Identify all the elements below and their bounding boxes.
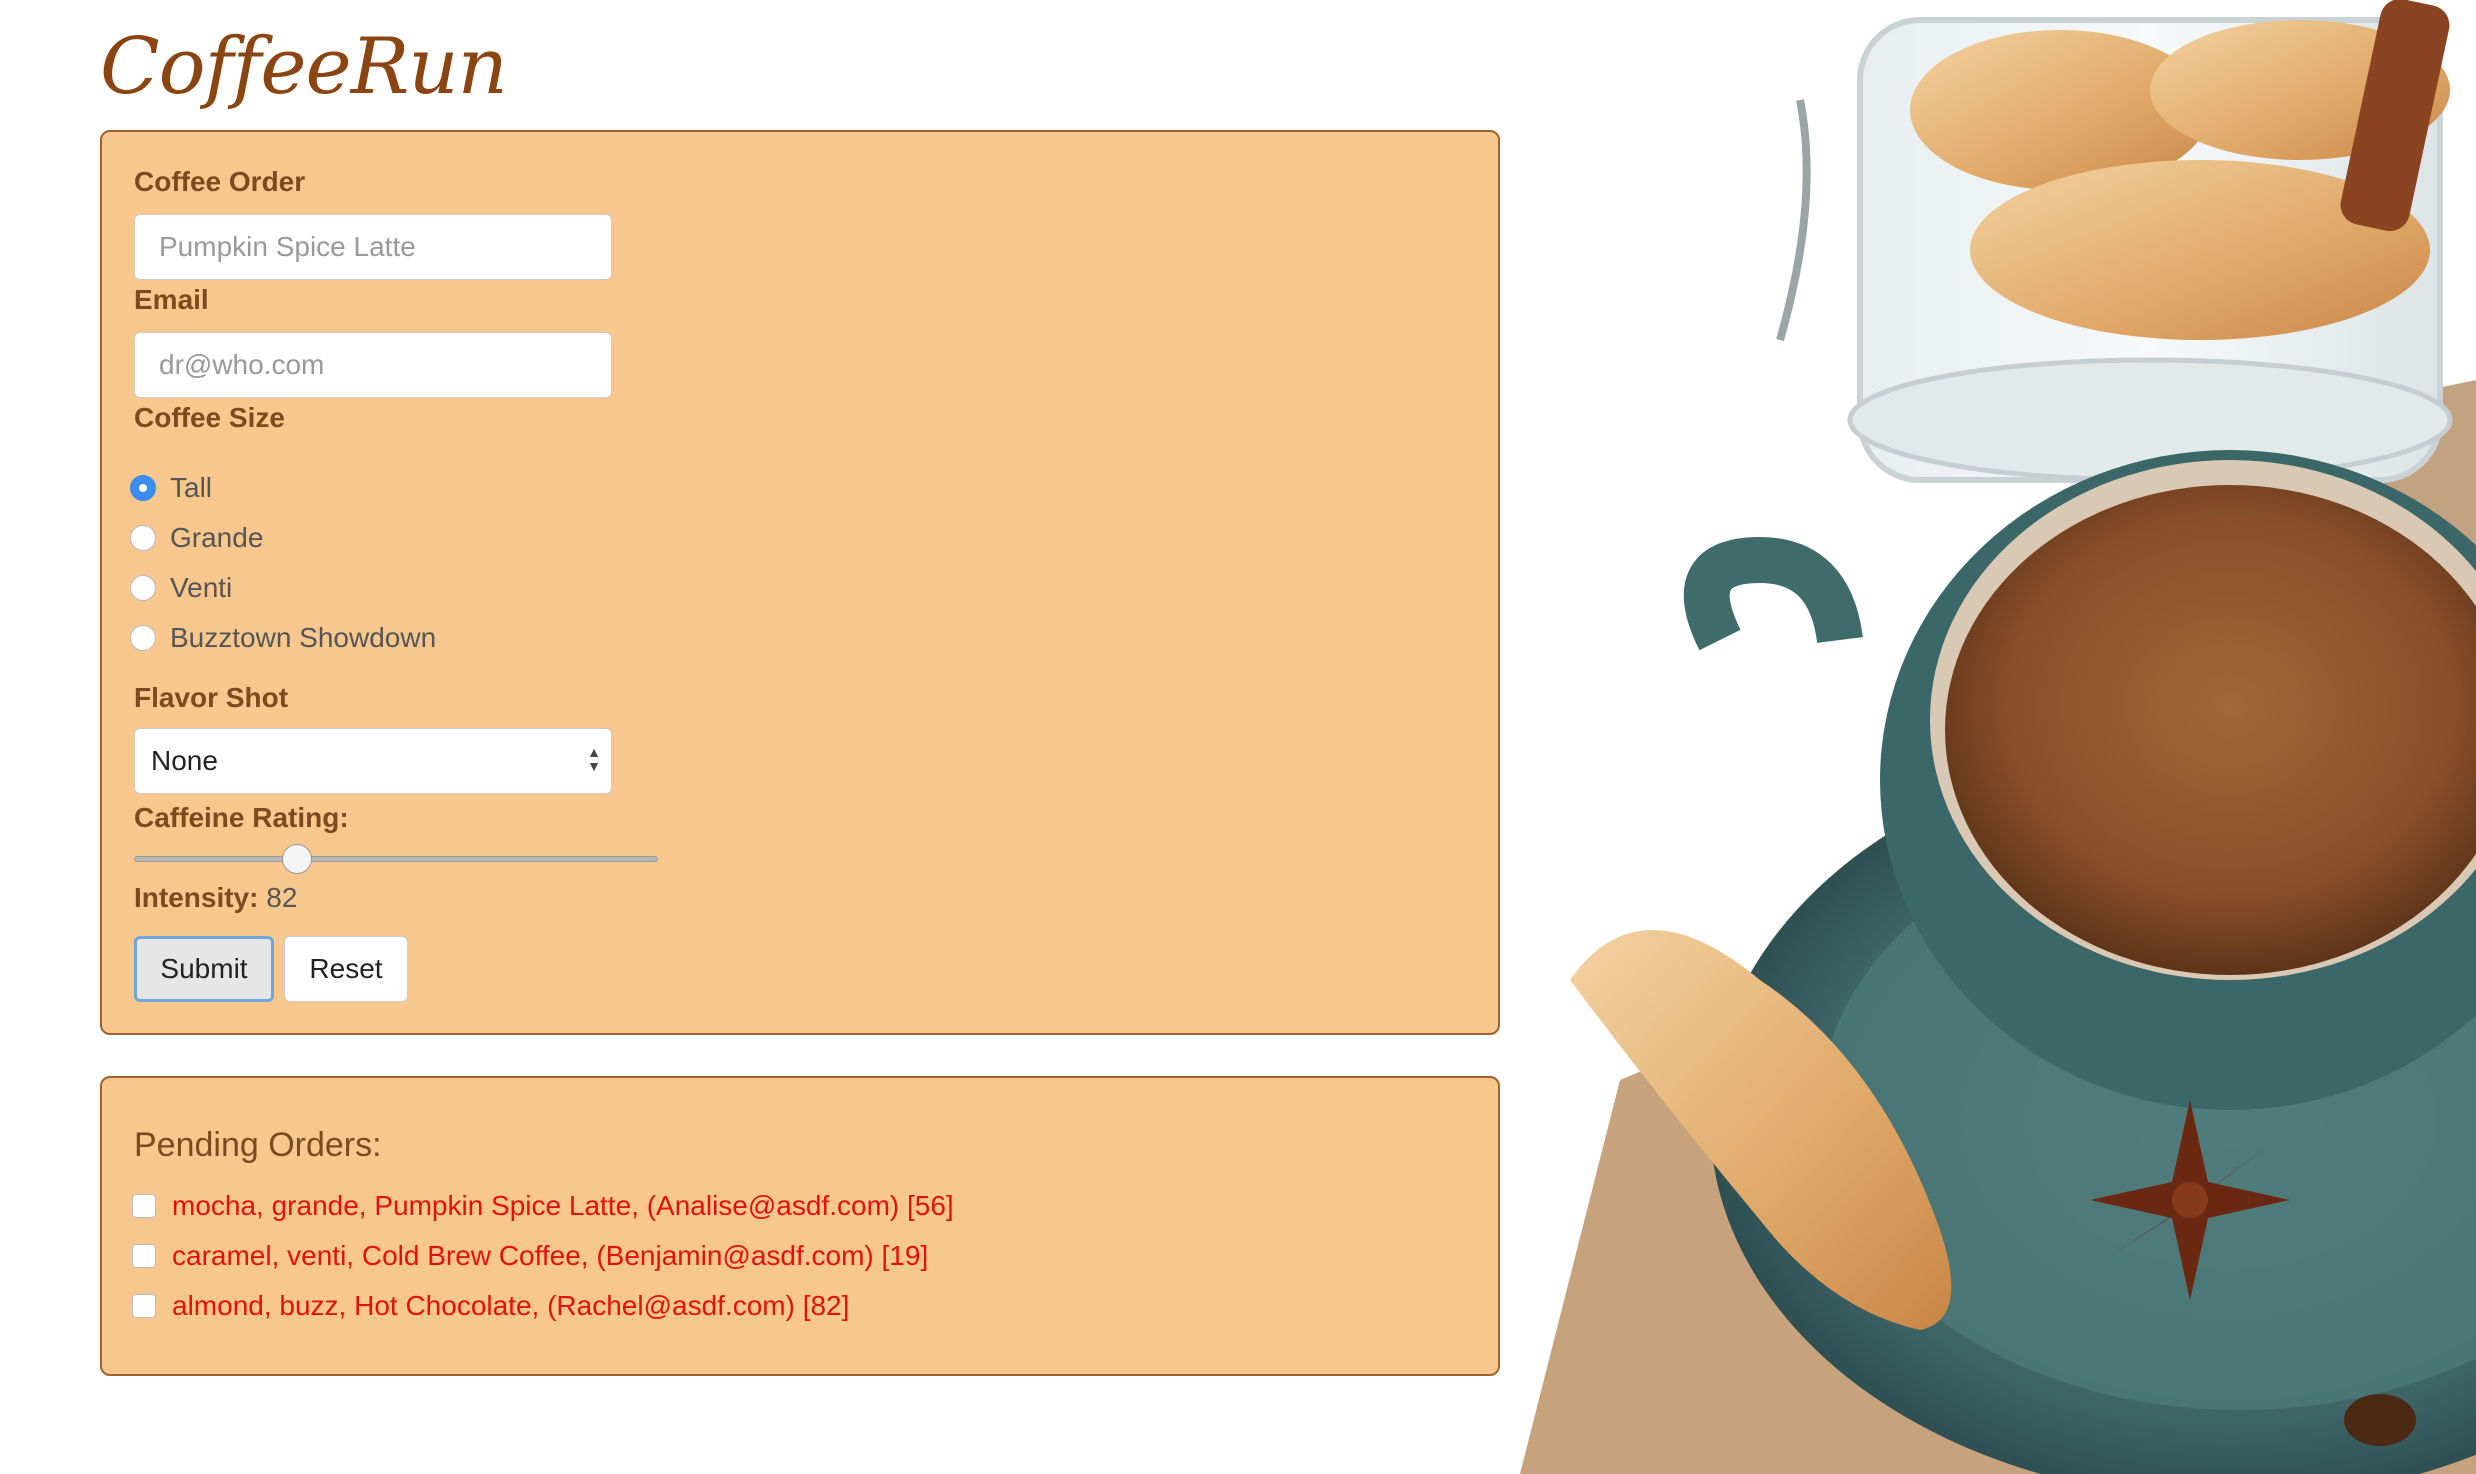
coffee-order-label: Coffee Order: [134, 166, 306, 197]
flavor-shot-label: Flavor Shot: [134, 682, 289, 713]
radio-buzztown[interactable]: [130, 625, 156, 651]
caffeine-rating-label: Caffeine Rating:: [134, 802, 349, 833]
order-text: almond, buzz, Hot Chocolate, (Rachel@asd…: [172, 1290, 850, 1321]
radio-tall[interactable]: [130, 475, 156, 501]
size-option-tall[interactable]: Tall: [130, 468, 212, 508]
size-option-grande[interactable]: Grande: [130, 518, 263, 558]
pending-orders-panel: Pending Orders: mocha, grande, Pumpkin S…: [100, 1076, 1500, 1376]
coffee-croissant-photo: [1520, 0, 2476, 1474]
order-checkbox[interactable]: [132, 1294, 156, 1318]
size-option-venti[interactable]: Venti: [130, 568, 232, 608]
intensity-readout: Intensity: 82: [134, 882, 297, 914]
caffeine-slider[interactable]: [134, 844, 658, 874]
order-checkbox[interactable]: [132, 1244, 156, 1268]
intensity-value: 82: [266, 882, 298, 913]
select-arrows-icon: ▲ ▼: [587, 744, 601, 774]
pending-order-item[interactable]: mocha, grande, Pumpkin Spice Latte, (Ana…: [132, 1190, 954, 1222]
reset-button[interactable]: Reset: [284, 936, 408, 1002]
order-form: Coffee Order Email Coffee Size Tall Gran…: [100, 130, 1500, 1035]
pending-order-item[interactable]: caramel, venti, Cold Brew Coffee, (Benja…: [132, 1240, 928, 1272]
radio-venti[interactable]: [130, 575, 156, 601]
slider-thumb[interactable]: [281, 844, 312, 874]
submit-button[interactable]: Submit: [134, 936, 274, 1002]
coffee-bean: [2344, 1394, 2416, 1446]
size-option-label: Buzztown Showdown: [170, 622, 437, 653]
email-label: Email: [134, 284, 209, 315]
coffee-size-label: Coffee Size: [134, 402, 285, 433]
size-option-label: Grande: [170, 522, 264, 553]
coffee-order-input[interactable]: [134, 214, 612, 280]
flavor-shot-select[interactable]: None ▲ ▼: [134, 728, 612, 794]
radio-grande[interactable]: [130, 525, 156, 551]
email-input[interactable]: [134, 332, 612, 398]
logo: CoffeeRun: [100, 22, 508, 112]
order-text: mocha, grande, Pumpkin Spice Latte, (Ana…: [172, 1190, 954, 1221]
size-option-label: Tall: [170, 472, 213, 503]
order-text: caramel, venti, Cold Brew Coffee, (Benja…: [172, 1240, 929, 1271]
pending-order-item[interactable]: almond, buzz, Hot Chocolate, (Rachel@asd…: [132, 1290, 849, 1322]
size-option-buzztown[interactable]: Buzztown Showdown: [130, 618, 436, 658]
intensity-label: Intensity:: [134, 882, 259, 913]
size-option-label: Venti: [170, 572, 233, 603]
pending-orders-title: Pending Orders:: [134, 1126, 382, 1164]
order-checkbox[interactable]: [132, 1194, 156, 1218]
flavor-shot-value: None: [151, 745, 218, 776]
